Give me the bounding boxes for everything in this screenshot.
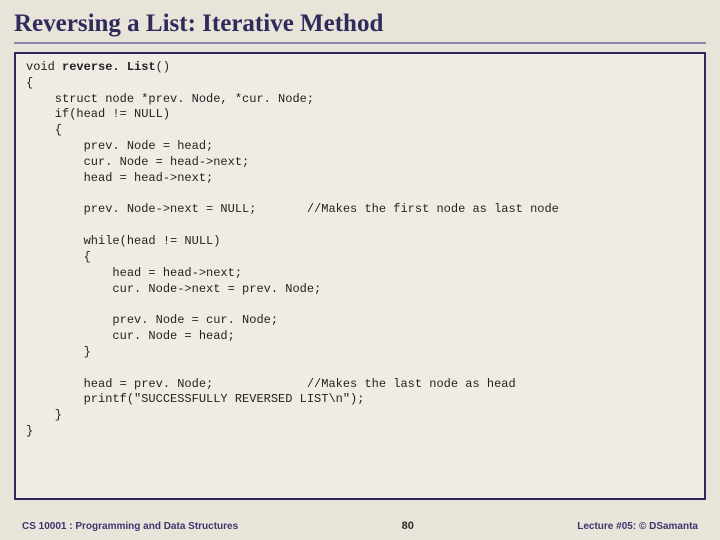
code-line: prev. Node = head; (26, 139, 213, 153)
code-line: head = head->next; (26, 171, 213, 185)
code-line: prev. Node->next = NULL; //Makes the fir… (26, 202, 559, 216)
code-line: } (26, 345, 91, 359)
code-line: } (26, 424, 33, 438)
code-line: { (26, 250, 91, 264)
code-line: head = head->next; (26, 266, 242, 280)
kw-void: void (26, 60, 62, 74)
code-line: head = prev. Node; //Makes the last node… (26, 377, 516, 391)
code-line: { (26, 76, 33, 90)
slide-title: Reversing a List: Iterative Method (14, 10, 706, 38)
code-line: } (26, 408, 62, 422)
parens: () (156, 60, 170, 74)
code-line: while(head != NULL) (26, 234, 220, 248)
code-line: if(head != NULL) (26, 107, 170, 121)
footer-left: CS 10001 : Programming and Data Structur… (22, 521, 238, 532)
title-underline (14, 42, 706, 44)
code-listing: void reverse. List() { struct node *prev… (26, 60, 694, 440)
code-line: cur. Node = head; (26, 329, 235, 343)
code-line: prev. Node = cur. Node; (26, 313, 278, 327)
code-box: void reverse. List() { struct node *prev… (14, 52, 706, 500)
code-line: void reverse. List() (26, 60, 170, 74)
code-line: { (26, 123, 62, 137)
fn-name: reverse. List (62, 60, 156, 74)
footer: CS 10001 : Programming and Data Structur… (0, 520, 720, 532)
code-line: cur. Node->next = prev. Node; (26, 282, 321, 296)
footer-right: Lecture #05: © DSamanta (577, 521, 698, 532)
code-line: printf("SUCCESSFULLY REVERSED LIST\n"); (26, 392, 364, 406)
page-number: 80 (402, 520, 414, 532)
code-line: cur. Node = head->next; (26, 155, 249, 169)
code-line: struct node *prev. Node, *cur. Node; (26, 92, 314, 106)
slide: Reversing a List: Iterative Method void … (0, 0, 720, 540)
